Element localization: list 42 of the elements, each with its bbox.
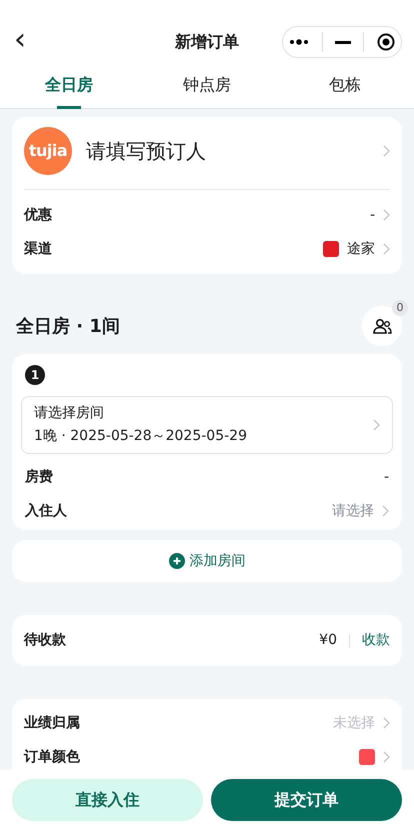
row-label: 优惠 <box>24 206 52 224</box>
back-button[interactable]: ‹ <box>14 25 26 59</box>
add-room-button[interactable]: 添加房间 <box>12 540 402 582</box>
logo: tujia <box>24 127 72 175</box>
chevron-right-icon <box>383 717 390 729</box>
plus-icon <box>168 553 184 569</box>
submit-button[interactable]: 提交订单 <box>211 779 402 821</box>
count-badge: 0 <box>392 300 408 316</box>
capsule-menu[interactable] <box>282 26 402 58</box>
check-in-button[interactable]: 直接入住 <box>12 779 203 821</box>
row-value[interactable]: 请选择 <box>332 500 374 522</box>
booker-field[interactable]: 请填写预订人 <box>86 136 375 166</box>
row-label: 待收款 <box>24 631 66 650</box>
chevron-right-icon <box>382 505 389 517</box>
date-range: 1晚 · 2025-05-28～2025-05-29 <box>34 427 248 446</box>
room-select-field[interactable]: 请选择房间 1晚 · 2025-05-28～2025-05-29 <box>21 396 393 454</box>
people-icon[interactable] <box>372 318 392 334</box>
tab[interactable]: 钟点房 <box>138 62 276 108</box>
row-label: 业绩归属 <box>24 714 80 732</box>
amount: ¥0 <box>319 631 337 650</box>
tab[interactable]: 包栋 <box>276 62 414 108</box>
tab[interactable]: 全日房 <box>0 62 138 108</box>
close-icon[interactable] <box>376 33 395 51</box>
row-value: 未选择 <box>333 714 375 732</box>
page-title: 新增订单 <box>175 31 239 53</box>
chevron-right-icon <box>383 209 390 221</box>
chevron-right-icon <box>383 145 390 157</box>
collect-link[interactable]: 收款 <box>362 630 390 651</box>
chevron-right-icon <box>373 419 380 431</box>
section-title: 全日房 · 1间 <box>16 314 120 338</box>
row-label: 渠道 <box>24 240 52 258</box>
row-label: 订单颜色 <box>24 748 80 766</box>
row-value: - <box>384 468 389 486</box>
row-label: 入住人 <box>25 502 67 520</box>
room-number: 1 <box>25 365 45 385</box>
chevron-right-icon <box>383 751 390 763</box>
more-icon[interactable] <box>289 37 310 47</box>
row-value: 途家 <box>347 240 375 258</box>
row-label: 房费 <box>25 468 53 486</box>
chevron-right-icon <box>383 243 390 255</box>
room-placeholder: 请选择房间 <box>34 404 105 423</box>
row-value: - <box>370 206 375 224</box>
